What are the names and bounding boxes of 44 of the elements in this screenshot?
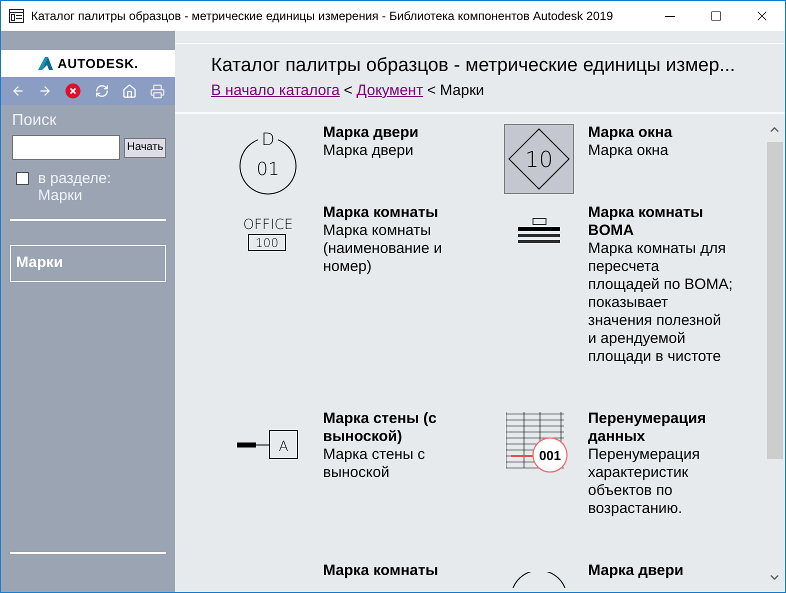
app-window-icon <box>9 9 24 23</box>
boma-tag-drawing <box>517 218 561 246</box>
item-title[interactable]: Марка комнаты <box>323 562 490 580</box>
print-icon[interactable] <box>150 84 165 98</box>
item-title[interactable]: Марка двери <box>323 124 490 142</box>
maximize-icon <box>710 10 722 22</box>
item-description: Марка стены с выноской <box>323 446 426 482</box>
breadcrumb-separator: < <box>344 82 353 100</box>
scope-label: в разделе: Марки <box>38 170 112 204</box>
refresh-icon[interactable] <box>94 84 109 98</box>
breadcrumb-link[interactable]: Документ <box>356 82 424 100</box>
door-tag-drawing: D 01 <box>236 126 300 196</box>
item-description: Марка окна <box>588 142 670 160</box>
item-description: Марка двери <box>323 142 414 160</box>
item-description: Марка комнаты (наименование и номер) <box>323 222 443 276</box>
breadcrumb-current: Марки <box>440 82 484 100</box>
back-icon[interactable] <box>11 84 25 98</box>
home-icon[interactable] <box>122 84 137 98</box>
forward-icon[interactable] <box>38 84 52 98</box>
logo-icon <box>38 57 53 70</box>
breadcrumb-separator: < <box>427 82 436 100</box>
item-title[interactable]: Марка окна <box>588 124 733 142</box>
stop-icon[interactable] <box>65 83 82 99</box>
wall-tag-drawing: A <box>237 430 299 460</box>
search-field[interactable] <box>12 135 120 160</box>
renumber-table-drawing: 001 <box>506 412 572 474</box>
circle-tag-drawing <box>511 572 567 588</box>
item-title[interactable]: Перенумерация данных <box>588 410 733 446</box>
item-title[interactable]: Марка двери <box>588 562 733 580</box>
item-description: Марка комнаты для пересчета площадей по BOMA; показывает значения полезной и арендуемой площади в чистоте <box>588 240 733 366</box>
scrollbar-thumb[interactable] <box>766 142 782 459</box>
scope-checkbox[interactable] <box>16 172 29 185</box>
page-title: Каталог палитры образцов - метрические единицы измер... <box>211 54 736 78</box>
item-title[interactable]: Марка стены (с выноской) <box>323 410 490 446</box>
logo-text: AUTODESK. <box>58 54 138 73</box>
window-tag-drawing: 10 <box>504 124 574 194</box>
search-button[interactable]: Начать <box>124 138 166 158</box>
room-tag-drawing: OFFICE 100 <box>239 216 297 252</box>
search-label: Поиск <box>12 111 58 131</box>
item-title[interactable]: Марка комнаты <box>323 204 490 222</box>
window-title: Каталог палитры образцов - метрические единицы измерения - Библиотека компонентов Autodesk 2019 <box>31 8 614 25</box>
breadcrumb-link[interactable]: В начало каталога <box>211 82 340 100</box>
item-title[interactable]: Марка комнаты BOMA <box>588 204 733 240</box>
item-description: Перенумерация характеристик объектов по возрастанию. <box>588 446 701 518</box>
